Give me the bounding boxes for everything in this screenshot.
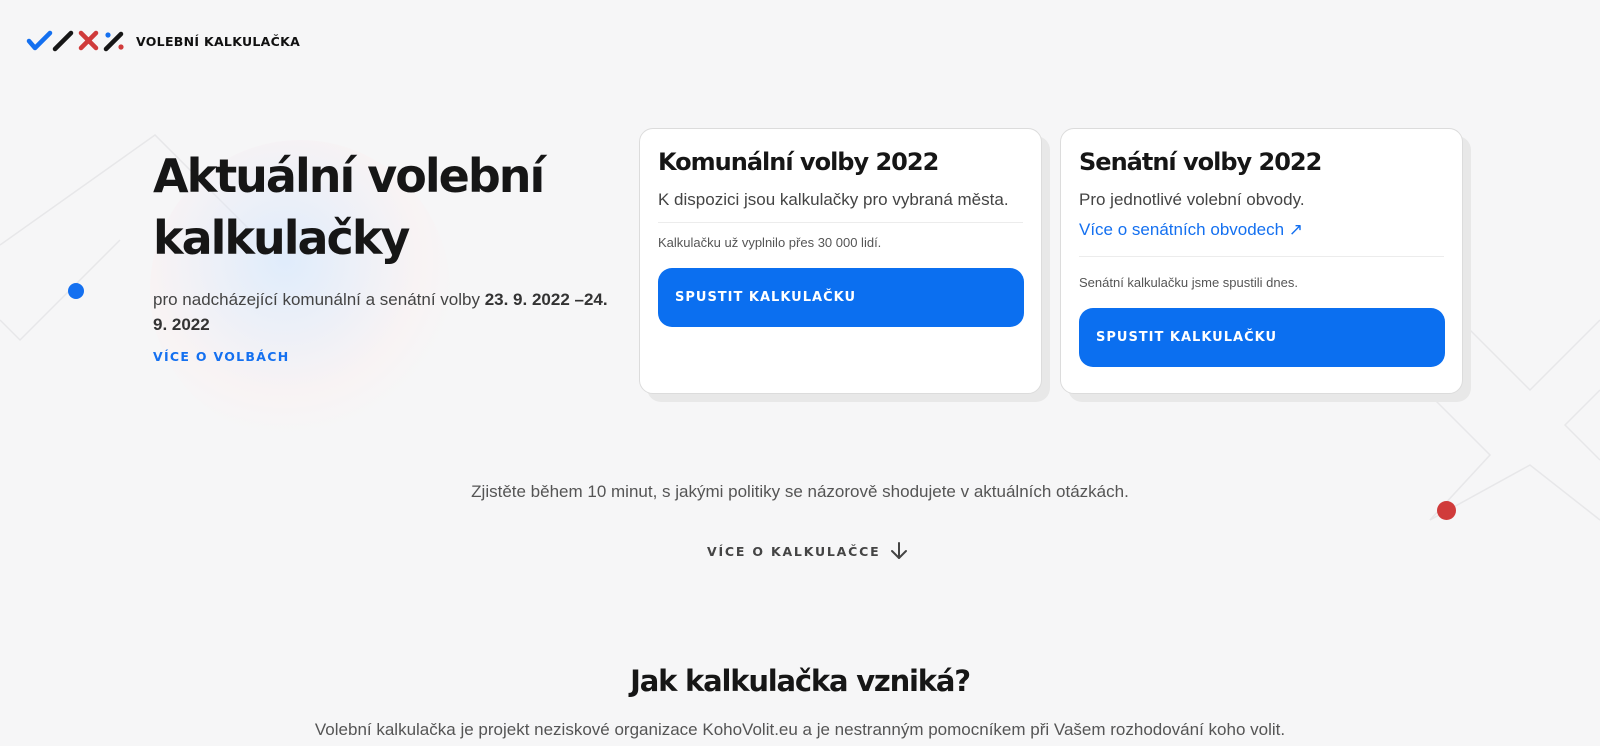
communal-card: Komunální volby 2022 K dispozici jsou ka… bbox=[639, 128, 1042, 394]
logo-icons bbox=[26, 30, 124, 52]
cross-icon bbox=[78, 30, 99, 51]
senate-card-description: Pro jednotlivé volební obvody. bbox=[1079, 190, 1305, 209]
senate-card: Senátní volby 2022 Pro jednotlivé volebn… bbox=[1060, 128, 1463, 394]
logo[interactable] bbox=[26, 28, 128, 54]
arrow-down-icon bbox=[891, 542, 908, 559]
more-about-elections-link[interactable]: VÍCE O VOLBÁCH bbox=[153, 349, 289, 364]
senate-districts-link[interactable]: Více o senátních obvodech ↗ bbox=[1079, 220, 1303, 240]
page-title: Aktuální volební kalkulačky bbox=[153, 145, 613, 269]
senate-card-title: Senátní volby 2022 bbox=[1079, 148, 1322, 176]
hero-subtitle: pro nadcházející komunální a senátní vol… bbox=[153, 287, 613, 337]
senate-card-note: Senátní kalkulačku jsme spustili dnes. bbox=[1079, 275, 1298, 290]
more-about-calculator-label: VÍCE O KALKULAČCE bbox=[707, 543, 881, 559]
title-line-1: Aktuální volební bbox=[153, 149, 545, 203]
site-header: VOLEBNÍ KALKULAČKA bbox=[26, 28, 300, 54]
section-description: Volební kalkulačka je projekt neziskové … bbox=[314, 720, 1286, 739]
hero-subtitle-text: pro nadcházející komunální a senátní vol… bbox=[153, 290, 485, 309]
divider bbox=[658, 222, 1023, 223]
blue-dot bbox=[68, 283, 84, 299]
title-line-2: kalkulačky bbox=[153, 211, 410, 265]
slash-icon bbox=[52, 30, 74, 52]
communal-card-note: Kalkulačku už vyplnilo přes 30 000 lidí. bbox=[658, 235, 882, 250]
check-icon bbox=[26, 30, 53, 51]
red-dot bbox=[1437, 501, 1456, 520]
tagline: Zjistěte během 10 minut, s jakými politi… bbox=[471, 482, 1129, 501]
start-communal-calculator-button[interactable]: SPUSTIT KALKULAČKU bbox=[658, 268, 1024, 327]
start-senate-calculator-button[interactable]: SPUSTIT KALKULAČKU bbox=[1079, 308, 1445, 367]
brand-name: VOLEBNÍ KALKULAČKA bbox=[136, 33, 301, 49]
divider bbox=[1079, 256, 1444, 257]
hero: Aktuální volební kalkulačky pro nadcháze… bbox=[153, 145, 613, 366]
percent-icon bbox=[103, 31, 124, 52]
communal-card-title: Komunální volby 2022 bbox=[658, 148, 939, 176]
more-about-calculator-link[interactable]: VÍCE O KALKULAČCE bbox=[707, 541, 908, 561]
communal-card-description: K dispozici jsou kalkulačky pro vybraná … bbox=[658, 190, 1009, 209]
section-title: Jak kalkulačka vzniká? bbox=[630, 664, 971, 698]
